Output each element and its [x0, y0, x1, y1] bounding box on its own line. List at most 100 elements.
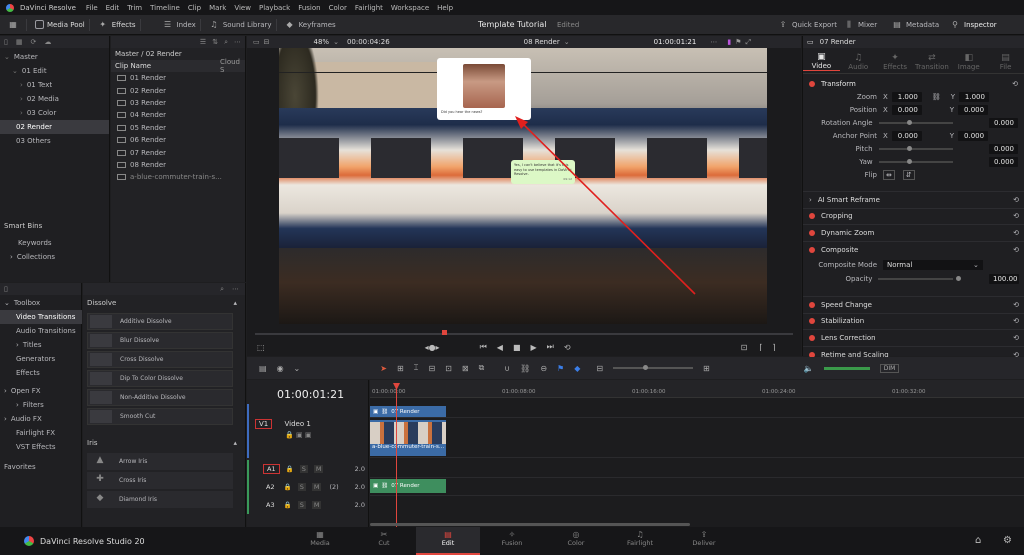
quick-export-button[interactable]: ⇪ Quick Export: [774, 20, 837, 30]
first-frame-icon[interactable]: ⏮: [480, 342, 487, 352]
clip-item[interactable]: 08 Render: [111, 159, 245, 171]
flip-horizontal-icon[interactable]: ⇹: [883, 170, 895, 180]
layout-icon[interactable]: ▯: [4, 38, 8, 46]
section-toggle[interactable]: [809, 213, 815, 220]
mute-button[interactable]: M: [313, 465, 324, 473]
effects-category[interactable]: VST Effects: [0, 440, 82, 454]
expand-arrow-icon[interactable]: ›: [10, 253, 13, 261]
reset-icon[interactable]: ⟲: [1013, 196, 1019, 204]
section-toggle[interactable]: [809, 318, 815, 325]
flip-vertical-icon[interactable]: ⇵: [902, 170, 915, 180]
dual-view-icon[interactable]: ⊟: [264, 38, 270, 46]
expand-arrow-icon[interactable]: ⌄: [4, 299, 10, 307]
inspector-layout-icon[interactable]: ▭: [807, 38, 814, 46]
play-reverse-icon[interactable]: ◀: [497, 343, 503, 352]
transition-item[interactable]: Dip To Color Dissolve: [87, 370, 233, 387]
menu-item[interactable]: File: [86, 4, 98, 12]
reset-icon[interactable]: ⟲: [1013, 334, 1019, 342]
section-smart-reframe[interactable]: › AI Smart Reframe ⟲: [803, 191, 1024, 207]
loop-icon[interactable]: ⟲: [564, 343, 571, 352]
section-toggle[interactable]: [809, 246, 815, 253]
more-icon[interactable]: ⋯: [234, 38, 241, 46]
monitor-icon[interactable]: ▣: [305, 431, 312, 439]
color-flag-icon[interactable]: ▮: [727, 38, 731, 46]
index-button[interactable]: ☰ Index: [159, 20, 196, 30]
bin-item[interactable]: › 02 Media: [0, 92, 109, 106]
menu-item[interactable]: Clip: [188, 4, 201, 12]
effects-category[interactable]: Fairlight FX: [0, 426, 82, 440]
section-cropping[interactable]: Cropping ⟲: [803, 207, 1024, 224]
solo-button[interactable]: S: [299, 465, 308, 473]
bin-item[interactable]: 02 Render: [0, 120, 109, 134]
inspector-tab-effects[interactable]: ✦ Effects: [877, 51, 914, 71]
lock-icon[interactable]: 🔒: [286, 465, 294, 473]
snapping-icon[interactable]: ∪: [504, 364, 510, 373]
reset-icon[interactable]: ⟲: [1012, 80, 1018, 88]
media-pool-button[interactable]: Media Pool: [35, 20, 85, 29]
inspector-tab-audio[interactable]: ♫ Audio: [840, 51, 877, 71]
effects-category[interactable]: Video Transitions: [0, 310, 82, 324]
menu-item[interactable]: Trim: [127, 4, 142, 12]
reset-icon[interactable]: ⟲: [1013, 246, 1019, 254]
zoom-x-field[interactable]: 1.000: [891, 91, 922, 102]
position-lock-icon[interactable]: ⊖: [540, 364, 547, 373]
collapse-icon[interactable]: ▴: [233, 299, 237, 307]
clip-item[interactable]: 03 Render: [111, 97, 245, 109]
section-toggle[interactable]: [809, 229, 815, 236]
expand-arrow-icon[interactable]: ⌄: [4, 53, 10, 61]
bin-item[interactable]: 03 Others: [0, 134, 109, 148]
effects-category[interactable]: Generators: [0, 352, 82, 366]
overwrite-clip-icon[interactable]: ⊠: [462, 364, 469, 373]
safe-area-icon[interactable]: ⬚: [257, 343, 265, 352]
jog-dots-icon[interactable]: ◂●▸: [425, 343, 440, 352]
zoom-y-field[interactable]: 1.000: [958, 91, 989, 102]
home-icon[interactable]: ⌂: [975, 535, 981, 546]
clip-item[interactable]: 06 Render: [111, 134, 245, 146]
metadata-button[interactable]: ▤ Metadata: [888, 20, 939, 30]
effects-category[interactable]: Effects: [0, 366, 82, 380]
section-dynamic-zoom[interactable]: Dynamic Zoom ⟲: [803, 224, 1024, 240]
pitch-slider[interactable]: [878, 145, 954, 151]
mute-button[interactable]: M: [311, 501, 322, 509]
reset-icon[interactable]: ⟲: [1013, 317, 1019, 325]
trim-tool-icon[interactable]: ⊞: [397, 364, 404, 373]
effects-search-icon[interactable]: ⌕: [220, 285, 224, 294]
menu-item[interactable]: Fairlight: [355, 4, 383, 12]
clip-dropdown-icon[interactable]: ⌄: [564, 38, 570, 46]
page-tab-fusion[interactable]: ✧ Fusion: [480, 527, 544, 555]
transition-item[interactable]: ◆ Diamond Iris: [87, 491, 233, 508]
clip-item[interactable]: 02 Render: [111, 84, 245, 96]
viewer-scrub-bar[interactable]: [255, 333, 793, 335]
expand-arrow-icon[interactable]: ›: [4, 387, 7, 395]
viewer-playhead[interactable]: [442, 330, 447, 335]
lock-icon[interactable]: 🔒: [284, 483, 292, 491]
track-a3-label[interactable]: A3: [263, 501, 278, 509]
cloud-icon[interactable]: ☁: [44, 38, 51, 46]
marker-icon[interactable]: ◆: [574, 364, 580, 373]
clip-item[interactable]: 05 Render: [111, 122, 245, 134]
anchor-y-field[interactable]: 0.000: [958, 130, 989, 141]
clip-item[interactable]: 04 Render: [111, 109, 245, 121]
menu-item[interactable]: View: [234, 4, 251, 12]
insert-clip-icon[interactable]: ⊡: [445, 364, 452, 373]
clip-v2[interactable]: ▣ ⛓ 07 Render: [370, 406, 446, 417]
viewer-options-icon[interactable]: ⋯: [710, 38, 717, 46]
pitch-field[interactable]: 0.000: [989, 143, 1018, 154]
menu-item[interactable]: Fusion: [298, 4, 320, 12]
master-volume-slider[interactable]: [823, 366, 870, 370]
section-toggle[interactable]: [809, 301, 815, 308]
section-stabilization[interactable]: Stabilization ⟲: [803, 312, 1024, 329]
inspector-tab-transition[interactable]: ⇄ Transition: [913, 51, 950, 71]
transition-item[interactable]: Blur Dissolve: [87, 332, 233, 349]
sort-icon[interactable]: ⇅: [212, 38, 218, 46]
clip-a2[interactable]: ▣ ⛓ 07 Render: [370, 479, 446, 493]
page-tab-fairlight[interactable]: ♫ Fairlight: [608, 527, 672, 555]
page-tab-cut[interactable]: ✂ Cut: [352, 527, 416, 555]
effects-button[interactable]: ✦ Effects: [94, 20, 135, 30]
viewer-clip-name[interactable]: 08 Render: [524, 38, 560, 46]
track-a2-label[interactable]: A2: [263, 483, 278, 491]
in-point-icon[interactable]: ⌈: [759, 343, 762, 352]
menu-item[interactable]: Workspace: [391, 4, 429, 12]
section-toggle[interactable]: [809, 334, 815, 341]
page-tab-edit[interactable]: ▤ Edit: [416, 527, 480, 555]
